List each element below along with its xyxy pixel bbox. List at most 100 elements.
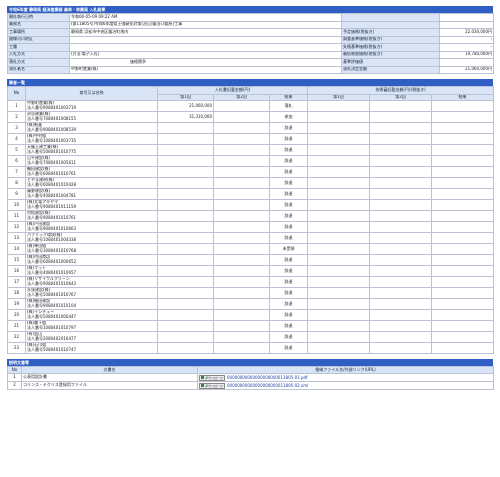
bid-result: 辞退 <box>268 122 309 134</box>
bid-result: 未受領 <box>268 243 309 255</box>
info-row: 工事場所 静岡県 浜松市中央区鍛冶町地内 予定価格(税抜き) 22,030,000円 <box>7 28 495 37</box>
bidder-no: 11 <box>7 210 26 222</box>
file-cell: ダウンロード 00000000000000000000011805-01.pdf <box>197 373 494 382</box>
table-row: 19 (株)細田建設 法人番号9080401010104 辞退 <box>7 298 495 310</box>
tech-result <box>431 111 495 123</box>
bidder-name-cell: とやま建材(株) 法人番号6080401010428 <box>25 177 158 189</box>
info-row: 工種 失格基準価格(税抜き) - <box>7 43 495 52</box>
bidder-name-cell: 天龍土建工業(株) 法人番号5080401010775 <box>25 144 158 156</box>
bidder-corp-number: 法人番号6080401010761 <box>27 171 77 176</box>
tech-round1 <box>307 111 371 123</box>
table-row: 20 (株)イシチュー 法人番号5080401000447 辞退 <box>7 309 495 321</box>
info-label-right: 失格基準価格(税抜き) <box>341 43 441 52</box>
bidder-name-cell: (株)戸田建設 法人番号9080401010663 <box>25 221 158 233</box>
tech-round2 <box>369 133 433 145</box>
table-row: 4 (株)中村組 法人番号1080401003735 辞退 <box>7 133 495 145</box>
col-tech-group-header: 技術審記載金額(円)(税抜き) <box>307 86 495 95</box>
info-value-right <box>439 58 495 67</box>
tech-result <box>431 276 495 288</box>
bid-result: 辞退 <box>268 342 309 354</box>
bid-round1 <box>157 320 214 332</box>
download-icon <box>201 384 204 387</box>
tech-round2 <box>369 166 433 178</box>
table-row: 21 (株)森下組 法人番号1080401010797 辞退 <box>7 320 495 332</box>
tech-round1 <box>307 276 371 288</box>
table-row: 15 (株)内田商店 法人番号6080401000652 辞退 <box>7 254 495 266</box>
table-row: 7 鶴田建設(株) 法人番号6080401010761 辞退 <box>7 166 495 178</box>
tech-result <box>431 309 495 321</box>
bidders-table: No 商号又は名称 入札書記載金額(円) 技術審記載金額(円)(税抜き) 第1回… <box>7 86 495 354</box>
bid-round1 <box>157 133 214 145</box>
bidder-corp-number: 法人番号9080401010104 <box>27 303 77 308</box>
info-value-right: 19,780,000円 <box>439 50 495 59</box>
tech-round2 <box>369 232 433 244</box>
bidder-no: 6 <box>7 155 26 167</box>
info-row: 落札者名 中野町産業(株) 落札決定金額 21,060,000円 <box>7 65 495 74</box>
tech-round2 <box>369 144 433 156</box>
bid-round2 <box>213 298 270 310</box>
tech-round1 <box>307 298 371 310</box>
bidder-no: 1 <box>7 100 26 112</box>
info-label-right <box>341 13 441 22</box>
info-row: 業務名 (第11805号)令和6年度県土強靭化対策(治山)鍛冶(3箇所)工事 <box>7 20 495 29</box>
bid-round1 <box>157 232 214 244</box>
bidder-corp-number: 法人番号3080401010768 <box>27 248 77 253</box>
bid-round2 <box>213 254 270 266</box>
bidder-no: 3 <box>7 122 26 134</box>
page: 令和6年度 静岡県 経済産業部 森林・林業局 入札結果 開札執行日時 令和06-0… <box>7 6 495 390</box>
bidder-no: 12 <box>7 221 26 233</box>
bid-round2 <box>213 210 270 222</box>
bid-round1 <box>157 254 214 266</box>
bidder-name-cell: (株)森下組 法人番号1080401010797 <box>25 320 158 332</box>
tech-round1 <box>307 122 371 134</box>
bidder-corp-number: 法人番号2080402016477 <box>27 336 77 341</box>
bid-round1: 31,310,000 <box>157 111 214 123</box>
tech-round2 <box>369 243 433 255</box>
bid-round2 <box>213 144 270 156</box>
bidder-corp-number: 法人番号5080401010767 <box>27 292 77 297</box>
bid-result: 辞退 <box>268 155 309 167</box>
tech-round1 <box>307 265 371 277</box>
tech-result <box>431 188 495 200</box>
tech-round1 <box>307 133 371 145</box>
table-row: 3 (株)新進 法人番号9080401008539 辞退 <box>7 122 495 134</box>
bidder-no: 9 <box>7 188 26 200</box>
tech-result <box>431 331 495 343</box>
info-label: 工種 <box>7 43 70 52</box>
tech-round2 <box>369 254 433 266</box>
col-bid-group-header: 入札書記載金額(円) <box>156 86 309 95</box>
tech-round2 <box>369 111 433 123</box>
tech-result <box>431 210 495 222</box>
bidder-name-cell: パブリック環境(株) 法人番号1080401004338 <box>25 232 158 244</box>
bid-result: 辞退 <box>268 188 309 200</box>
bid-round2 <box>213 133 270 145</box>
info-value: 価格競争 <box>68 58 343 67</box>
bidder-no: 14 <box>7 243 26 255</box>
bid-result: 参加 <box>268 111 309 123</box>
bid-result: 辞退 <box>268 309 309 321</box>
download-button[interactable]: ダウンロード <box>199 374 226 381</box>
info-label: 業務名 <box>7 20 70 29</box>
bidder-name-cell: (株)新進 法人番号9080401008539 <box>25 122 158 134</box>
bidder-name-cell: 藤野建設(株) 法人番号4080401004781 <box>25 188 158 200</box>
bidder-no: 10 <box>7 199 26 211</box>
tech-round2 <box>369 100 433 112</box>
bidder-corp-number: 法人番号5080401000447 <box>27 314 77 319</box>
info-row: 路線河川地区 調査基準価格(税抜き) - <box>7 35 495 44</box>
tech-round2 <box>369 331 433 343</box>
table-row: 10 (株)文竜アキヤマ 法人番号9080401011159 辞退 <box>7 199 495 211</box>
file-link[interactable]: 00000000000000000000011805-01.pdf <box>227 375 307 380</box>
info-label-right: 最低制限価格(税抜き) <box>341 50 441 59</box>
bid-result: 辞退 <box>268 199 309 211</box>
bidder-no: 2 <box>7 111 26 123</box>
bidder-name-cell: (株)マット 法人番号4080401010657 <box>25 265 158 277</box>
bidder-corp-number: 法人番号9080401010761 <box>27 215 77 220</box>
info-value-right: 21,060,000円 <box>439 65 495 74</box>
table-row: 1 中野町産業(株) 法人番号9080401003719 21,060,000 落札 <box>7 100 495 112</box>
info-table: 開札執行日時 令和06-05-09 09:22 AM 業務名 (第11805号)令和6… <box>7 13 495 74</box>
bid-round1 <box>157 265 214 277</box>
download-button[interactable]: ダウンロード <box>199 382 226 389</box>
bid-round1 <box>157 287 214 299</box>
file-link[interactable]: 00000000000000000000011805-02.xml <box>227 383 308 388</box>
file-cell: ダウンロード 00000000000000000000011805-02.xml <box>197 381 494 390</box>
